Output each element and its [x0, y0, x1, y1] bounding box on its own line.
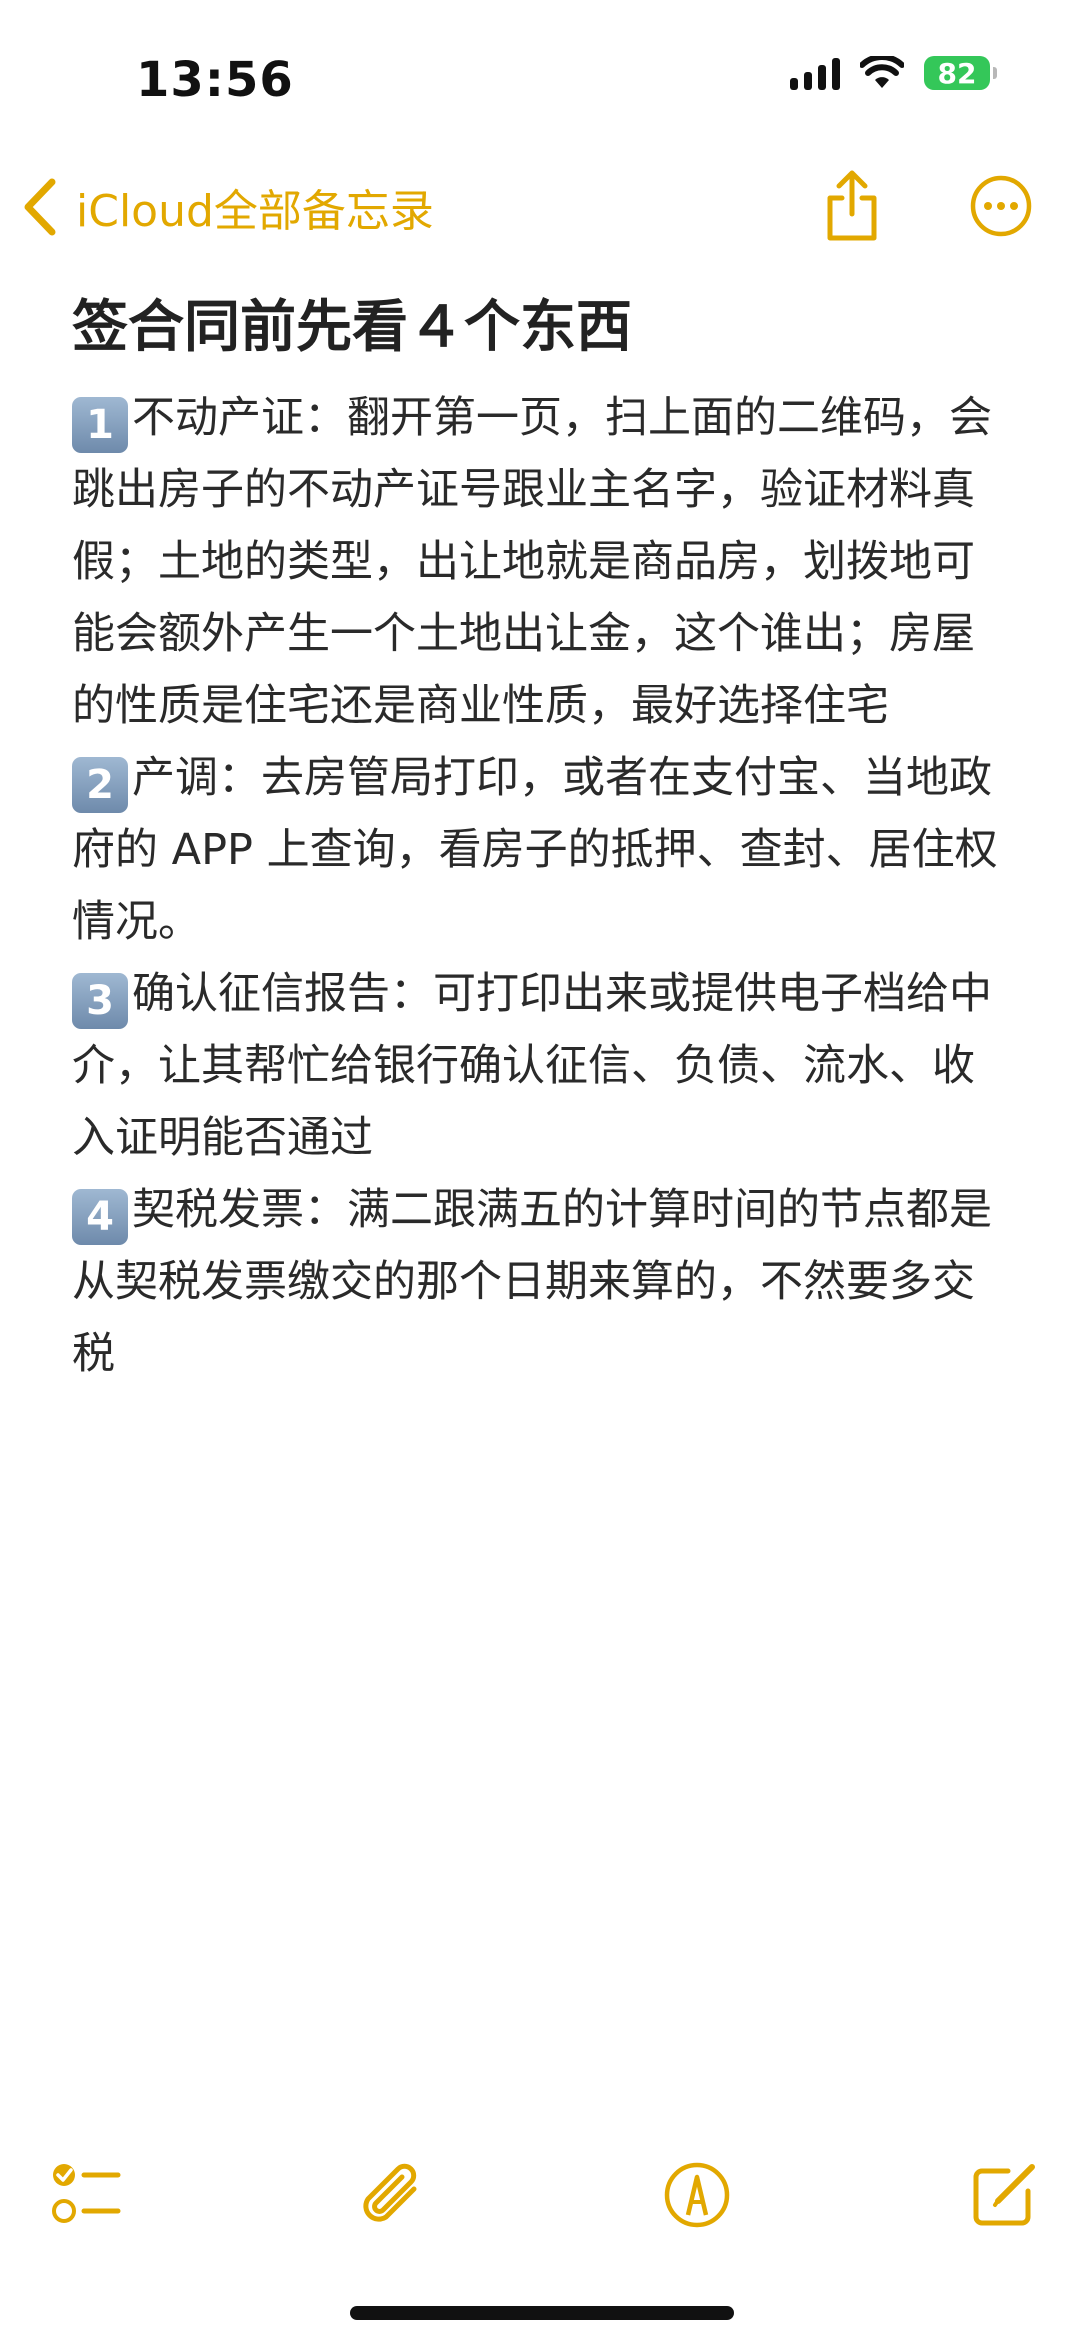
note-paragraph-3-text: 确认征信报告：可打印出来或提供电子档给中介，让其帮忙给银行确认征信、负债、流水、… [72, 969, 992, 1163]
number-badge-1: 1 [72, 397, 128, 453]
checklist-icon[interactable] [46, 2155, 126, 2235]
back-button[interactable]: iCloud全部备忘录 [22, 172, 434, 242]
number-badge-3: 3 [72, 973, 128, 1029]
back-button-label: iCloud全部备忘录 [76, 186, 434, 237]
paperclip-icon[interactable] [352, 2155, 432, 2235]
signal-icon [790, 56, 840, 90]
battery-charging-icon: 82 [924, 56, 997, 90]
note-paragraph-4-text: 契税发票：满二跟满五的计算时间的节点都是从契税发票缴交的那个日期来算的，不然要多… [72, 1185, 992, 1379]
note-title[interactable]: 签合同前先看４个东西 [72, 292, 1012, 364]
share-icon[interactable] [820, 168, 884, 244]
note-paragraph-3: 3 确认征信报告：可打印出来或提供电子档给中介，让其帮忙给银行确认征信、负债、流水… [72, 958, 1012, 1174]
note-paragraph-2-text: 产调：去房管局打印，或者在支付宝、当地政府的 APP 上查询，看房子的抵押、查封… [72, 753, 998, 947]
home-indicator[interactable] [350, 2306, 734, 2320]
number-badge-4: 4 [72, 1189, 128, 1245]
more-icon[interactable] [970, 175, 1032, 237]
chevron-left-icon [24, 178, 56, 236]
battery-level: 82 [937, 56, 977, 90]
status-time: 13:56 [136, 52, 294, 108]
note-paragraph-1: 1 不动产证：翻开第一页，扫上面的二维码，会跳出房子的不动产证号跟业主名字，验证材… [72, 382, 1012, 742]
wifi-icon [860, 56, 904, 88]
number-badge-2: 2 [72, 757, 128, 813]
note-paragraph-1-text: 不动产证：翻开第一页，扫上面的二维码，会跳出房子的不动产证号跟业主名字，验证材料… [72, 393, 992, 731]
note-body[interactable]: 1 不动产证：翻开第一页，扫上面的二维码，会跳出房子的不动产证号跟业主名字，验证材… [72, 382, 1012, 1390]
note-paragraph-2: 2 产调：去房管局打印，或者在支付宝、当地政府的 APP 上查询，看房子的抵押、查… [72, 742, 1012, 958]
compose-icon[interactable] [962, 2155, 1042, 2235]
status-icons: 82 [790, 56, 997, 90]
note-paragraph-4: 4 契税发票：满二跟满五的计算时间的节点都是从契税发票缴交的那个日期来算的，不然要… [72, 1174, 1012, 1390]
markup-pen-icon[interactable] [657, 2155, 737, 2235]
